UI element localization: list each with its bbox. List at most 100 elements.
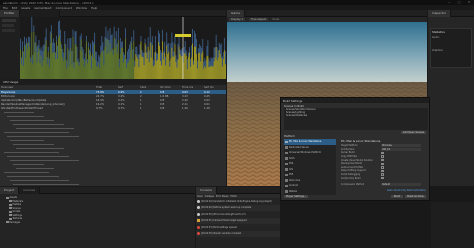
tab-game[interactable]: Game xyxy=(227,9,245,17)
cpu-bar xyxy=(119,53,121,79)
cpu-bar-secondary xyxy=(46,57,48,64)
learn-build-automation-link[interactable]: Learn about Unity Build Automation xyxy=(387,189,426,192)
col-gc-alloc[interactable]: GC Alloc xyxy=(159,86,181,89)
cpu-bar xyxy=(104,46,106,79)
console-panel: Console Clear Collapse Error Pause Edito… xyxy=(196,186,280,248)
display-dropdown[interactable]: Display 1 xyxy=(229,18,246,21)
cpu-bar xyxy=(154,51,156,79)
deep-profiling-checkbox[interactable] xyxy=(381,169,384,173)
cpu-bar xyxy=(204,65,206,79)
add-open-scenes-button[interactable]: Add Open Scenes xyxy=(400,131,426,134)
autoconnect-profiler-checkbox[interactable] xyxy=(381,166,384,169)
platform-label-standalone: PC, Mac & Linux Standalone xyxy=(289,140,322,144)
folder-label: Packages xyxy=(9,220,21,224)
vs-solution-checkbox[interactable] xyxy=(381,158,384,162)
build-and-run-button[interactable]: Build And Run xyxy=(405,195,426,198)
cpu-bar xyxy=(64,43,66,79)
build-button[interactable]: Build xyxy=(390,195,403,198)
cpu-bar xyxy=(28,42,30,79)
module-cpu[interactable] xyxy=(2,19,16,22)
cpu-bar-secondary xyxy=(183,46,185,54)
cpu-bar-secondary xyxy=(138,54,140,68)
cpu-bar xyxy=(112,54,114,79)
module-memory[interactable] xyxy=(2,29,15,32)
cpu-bar xyxy=(59,34,61,79)
cpu-bar xyxy=(207,55,209,79)
cpu-bar-secondary xyxy=(30,57,32,63)
option-label: Copy PDB files xyxy=(341,155,357,159)
profiler-hierarchy: PlayerLoop 73.8% 0.9% 2 0 B 9.63 0.12 Ed… xyxy=(0,90,226,186)
menu-help[interactable]: Help xyxy=(91,6,97,10)
server-build-checkbox[interactable] xyxy=(381,151,384,155)
col-total[interactable]: Total xyxy=(95,86,117,89)
cpu-bar xyxy=(167,53,169,79)
cpu-bar-secondary xyxy=(143,52,145,66)
cpu-bar-secondary xyxy=(176,59,178,68)
cpu-usage-chart[interactable] xyxy=(20,17,226,79)
cpu-bar-secondary xyxy=(35,35,37,43)
cpu-bar-secondary xyxy=(41,50,43,66)
cpu-bar xyxy=(22,51,23,79)
platform-item-webgl[interactable]: WebGL xyxy=(284,189,336,195)
col-overview[interactable]: Overview xyxy=(0,86,95,89)
cpu-bar xyxy=(138,67,140,79)
cpu-bar-secondary xyxy=(61,44,63,49)
player-settings-button[interactable]: Player Settings... xyxy=(284,195,309,198)
compression-dropdown[interactable]: Default xyxy=(381,183,421,187)
cpu-bar xyxy=(53,52,55,79)
cpu-bar xyxy=(39,63,41,79)
cpu-bar xyxy=(203,68,205,79)
cpu-bar xyxy=(56,41,57,79)
resolution-dropdown[interactable]: Free Aspect xyxy=(249,18,269,21)
cpu-bar-secondary xyxy=(25,44,27,58)
cpu-bar-secondary xyxy=(173,51,175,57)
cpu-bar xyxy=(63,61,65,79)
cpu-bar xyxy=(176,67,178,79)
target-platform-dropdown[interactable]: Windows xyxy=(381,144,421,148)
cpu-bar xyxy=(118,67,120,79)
cpu-bar xyxy=(187,56,189,79)
module-rendering[interactable] xyxy=(2,24,14,27)
scripts-only-checkbox[interactable] xyxy=(381,176,384,180)
col-time-ms[interactable]: Time ms xyxy=(181,86,203,89)
cpu-bar-secondary xyxy=(194,30,195,47)
col-calls[interactable]: Calls xyxy=(139,86,159,89)
list-item[interactable]: Scenes/Obstacles xyxy=(284,114,428,117)
col-self[interactable]: Self xyxy=(117,86,139,89)
cpu-bar-secondary xyxy=(55,52,56,60)
script-debugging-checkbox[interactable] xyxy=(381,173,384,176)
col-self-ms[interactable]: Self ms xyxy=(203,86,225,89)
cpu-bar xyxy=(214,57,216,79)
cpu-bar-secondary xyxy=(144,38,146,44)
cpu-bar xyxy=(202,51,204,79)
table-row[interactable] xyxy=(0,182,226,186)
cpu-bar-secondary xyxy=(80,33,82,40)
cpu-bar xyxy=(172,56,174,79)
cpu-bar xyxy=(165,65,167,79)
list-item[interactable]: Packages xyxy=(6,221,66,225)
cpu-bar xyxy=(62,57,64,79)
cpu-bar-secondary xyxy=(27,42,29,50)
cpu-bar-secondary xyxy=(154,36,156,52)
tab-console-secondary[interactable]: Console xyxy=(19,186,41,194)
cpu-bar-secondary xyxy=(78,61,80,67)
copy-pdb-checkbox[interactable] xyxy=(381,155,384,158)
development-build-checkbox[interactable] xyxy=(381,162,384,166)
cpu-bar xyxy=(79,50,81,79)
architecture-dropdown[interactable]: x86_64 xyxy=(381,147,421,151)
menu-window[interactable]: Window xyxy=(76,6,87,10)
project-tabbar: Project Console xyxy=(0,186,195,194)
cpu-bar-secondary xyxy=(71,50,73,65)
inspector-panel: Inspector Statistics Audio: Graphics: xyxy=(428,9,474,186)
cpu-bar-secondary xyxy=(39,49,41,64)
cpu-bar-secondary xyxy=(22,41,23,52)
cpu-bar xyxy=(66,68,68,79)
list-item[interactable]: [16:02:55] Shader variants compiled xyxy=(196,230,280,237)
tab-profiler[interactable]: Profiler xyxy=(0,9,20,17)
tab-profiler-modules[interactable] xyxy=(19,9,60,17)
tab-inspector[interactable]: Inspector xyxy=(428,9,451,17)
tab-project[interactable]: Project xyxy=(0,186,20,194)
tab-console[interactable]: Console xyxy=(196,186,217,194)
platform-label: Platform xyxy=(284,135,295,138)
cpu-bar-secondary xyxy=(130,41,132,51)
